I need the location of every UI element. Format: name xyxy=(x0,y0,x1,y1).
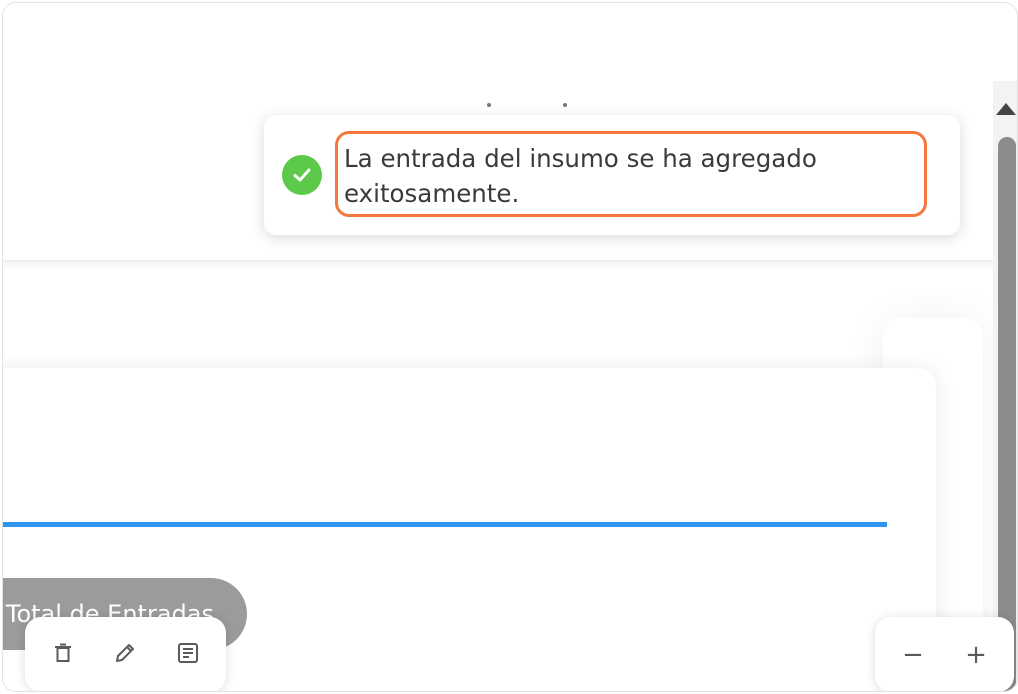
progress-bar xyxy=(3,522,887,527)
delete-button[interactable] xyxy=(45,637,81,673)
check-circle-icon xyxy=(282,155,322,195)
edit-button[interactable] xyxy=(107,637,143,673)
header-shadow xyxy=(3,261,993,269)
scroll-thumb[interactable] xyxy=(998,137,1016,691)
zoom-out-button[interactable]: − xyxy=(895,637,931,673)
toast-message: La entrada del insumo se ha agregado exi… xyxy=(335,131,927,217)
scroll-up-arrow-icon[interactable] xyxy=(996,103,1016,115)
zoom-in-button[interactable]: + xyxy=(958,637,994,673)
partial-dot xyxy=(487,103,491,107)
pencil-icon xyxy=(113,641,137,669)
vertical-scrollbar[interactable] xyxy=(993,81,1017,691)
notes-button[interactable] xyxy=(170,637,206,673)
trash-icon xyxy=(52,642,74,668)
record-toolbar xyxy=(25,617,226,691)
partial-dot xyxy=(563,103,567,107)
success-toast: La entrada del insumo se ha agregado exi… xyxy=(264,115,960,235)
zoom-toolbar: − + xyxy=(875,617,1014,691)
app-frame: Total de Entradas La entrada del insumo … xyxy=(2,2,1018,692)
document-lines-icon xyxy=(176,641,200,669)
